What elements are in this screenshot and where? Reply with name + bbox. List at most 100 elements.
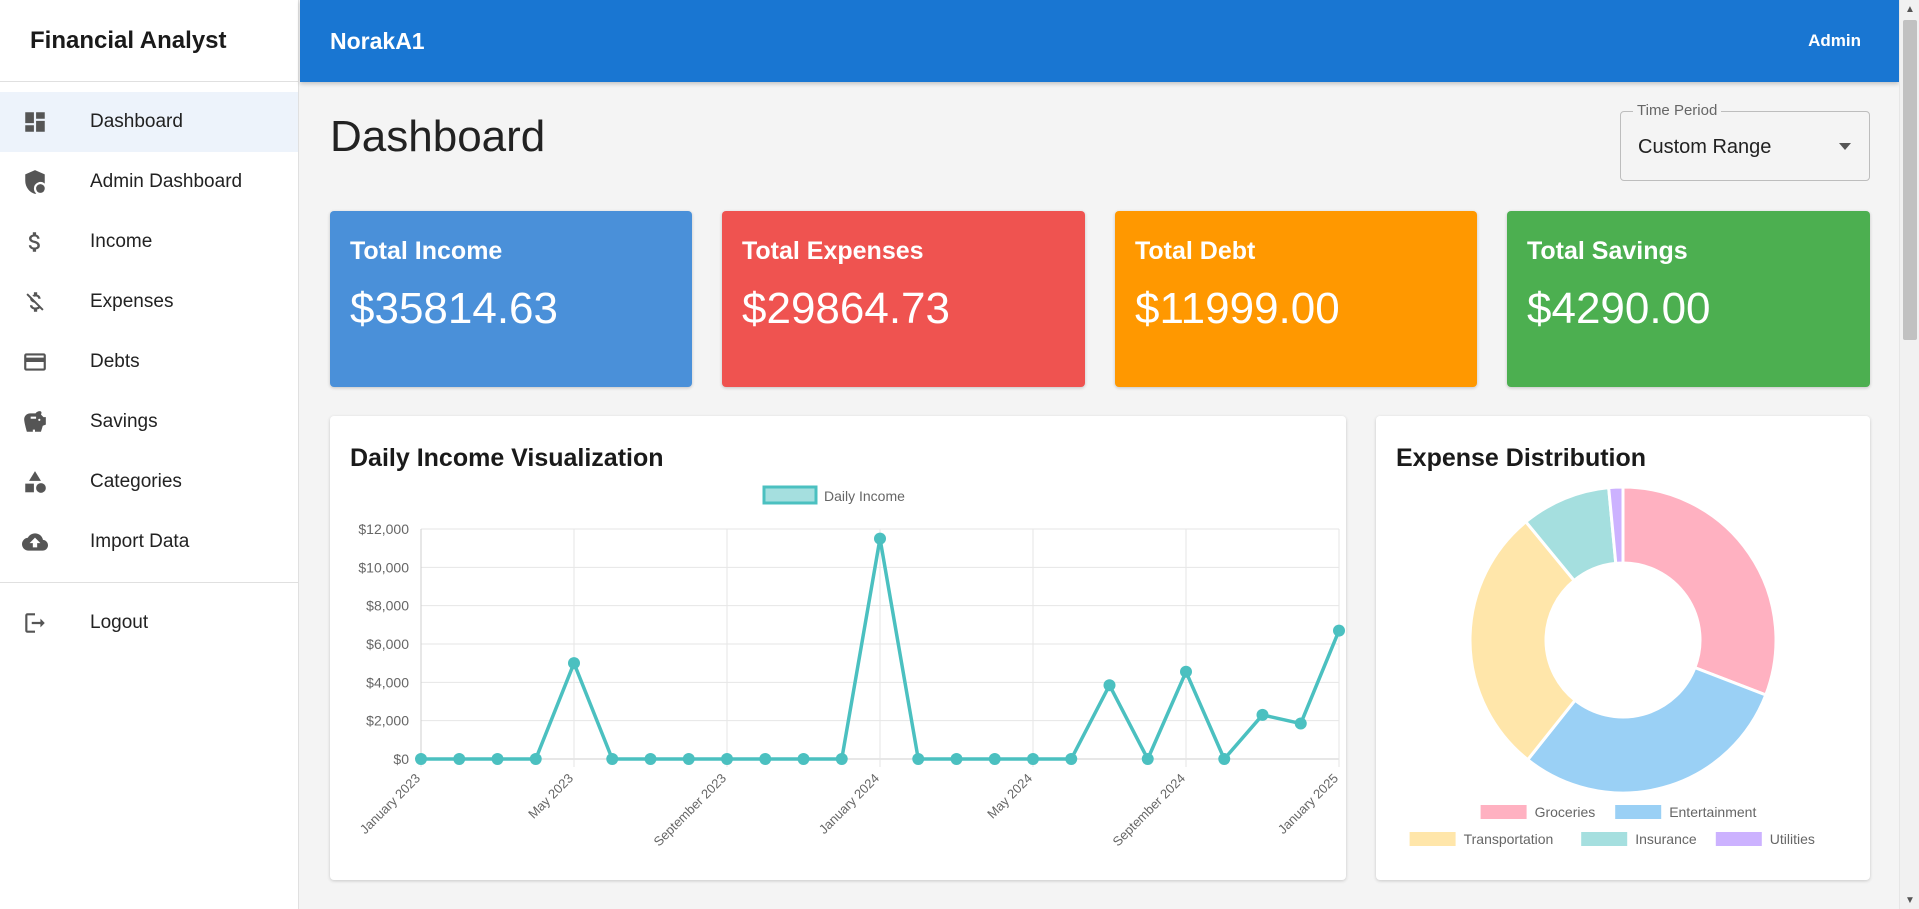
legend-swatch <box>1409 832 1456 846</box>
user-menu-button[interactable]: Admin <box>1808 31 1861 51</box>
total-savings-card: Total Savings $4290.00 <box>1507 211 1870 387</box>
scroll-down-icon[interactable]: ▼ <box>1900 891 1919 909</box>
page-scrollbar[interactable]: ▲ ▼ <box>1899 0 1919 909</box>
legend-label: Groceries <box>1535 804 1596 820</box>
caret-down-icon <box>1839 143 1851 150</box>
data-point <box>835 753 848 765</box>
expense-doughnut-chart: Groceries Entertainment Transportation Insu… <box>1409 485 1815 847</box>
data-point <box>1294 717 1307 730</box>
data-point <box>644 753 657 765</box>
data-point <box>988 753 1001 765</box>
data-point <box>606 753 619 765</box>
doughnut-slice <box>1621 485 1778 697</box>
legend-label: Insurance <box>1635 831 1697 847</box>
data-point <box>682 753 695 765</box>
sidebar-item-logout[interactable]: Logout <box>0 593 298 653</box>
sidebar-item-label: Dashboard <box>90 111 183 132</box>
data-point <box>721 753 733 765</box>
data-point <box>453 753 466 765</box>
sidebar-item-import-data[interactable]: Import Data <box>0 512 298 572</box>
categories-icon <box>22 469 48 495</box>
data-point <box>874 532 886 545</box>
x-tick-label: January 2023 <box>357 771 423 837</box>
app-header: NorakA1 Admin <box>300 0 1899 82</box>
legend-swatch <box>1615 805 1662 819</box>
data-point <box>1027 753 1039 765</box>
sidebar-item-label: Expenses <box>90 291 174 312</box>
sidebar-item-savings[interactable]: Savings <box>0 392 298 452</box>
data-point <box>950 753 963 765</box>
sidebar-item-expenses[interactable]: Expenses <box>0 272 298 332</box>
legend-swatch <box>1581 832 1628 846</box>
sidebar: Financial Analyst Dashboard Admin Dashbo… <box>0 0 299 909</box>
card-value: $11999.00 <box>1135 284 1340 333</box>
data-point <box>1218 753 1231 765</box>
scrollbar-thumb[interactable] <box>1903 20 1917 340</box>
x-tick-label: September 2023 <box>651 771 730 850</box>
sidebar-item-dashboard[interactable]: Dashboard <box>0 92 298 152</box>
y-tick-label: $10,000 <box>358 559 409 575</box>
page-title: Dashboard <box>330 112 546 161</box>
x-tick-label: January 2025 <box>1275 771 1341 837</box>
dollar-icon <box>22 229 48 255</box>
admin-shield-icon <box>22 169 48 195</box>
y-tick-label: $6,000 <box>366 636 409 652</box>
sidebar-item-label: Income <box>90 231 153 252</box>
sidebar-item-label: Import Data <box>90 531 190 552</box>
data-point <box>1333 624 1345 637</box>
dashboard-icon <box>22 109 48 135</box>
y-tick-label: $4,000 <box>366 674 409 690</box>
sidebar-item-label: Admin Dashboard <box>90 171 243 192</box>
time-period-label: Time Period <box>1633 102 1722 119</box>
x-tick-label: May 2024 <box>984 771 1035 822</box>
daily-income-panel: Daily Income Visualization $0 $2,000 $4,00… <box>330 416 1346 880</box>
credit-card-icon <box>22 349 48 375</box>
sidebar-item-label: Categories <box>90 471 182 492</box>
x-tick-label: May 2023 <box>525 771 576 822</box>
time-period-select[interactable]: Time Period Custom Range <box>1620 102 1870 181</box>
daily-income-chart: $0 $2,000 $4,000 $6,000 $8,000 $10,000 $12,000… <box>357 485 1345 850</box>
data-point <box>568 657 580 670</box>
sidebar-item-label: Logout <box>90 612 149 633</box>
sidebar-item-categories[interactable]: Categories <box>0 452 298 512</box>
legend-label: Transportation <box>1464 831 1554 847</box>
time-period-value: Custom Range <box>1638 136 1772 158</box>
total-expenses-card: Total Expenses $29864.73 <box>722 211 1085 387</box>
data-point <box>1180 665 1192 678</box>
total-debt-card: Total Debt $11999.00 <box>1115 211 1477 387</box>
data-point <box>1065 753 1078 765</box>
legend-swatch <box>1715 832 1762 846</box>
header-title[interactable]: NorakA1 <box>330 28 425 55</box>
data-point <box>797 753 810 765</box>
sidebar-item-admin-dashboard[interactable]: Admin Dashboard <box>0 152 298 212</box>
sidebar-divider <box>0 582 298 583</box>
y-tick-label: $12,000 <box>358 521 409 537</box>
y-tick-label: $0 <box>393 751 409 767</box>
card-title: Total Debt <box>1135 237 1256 265</box>
card-title: Total Income <box>350 237 503 265</box>
sidebar-nav: Dashboard Admin Dashboard Income Expense… <box>0 82 298 653</box>
money-off-icon <box>22 289 48 315</box>
data-point <box>415 753 427 765</box>
card-value: $29864.73 <box>742 284 950 333</box>
x-tick-label: September 2024 <box>1110 771 1189 850</box>
scroll-up-icon[interactable]: ▲ <box>1900 0 1919 18</box>
data-point <box>759 753 772 765</box>
card-value: $4290.00 <box>1527 284 1711 333</box>
legend-swatch <box>762 485 818 505</box>
data-point <box>529 753 542 765</box>
legend-label: Entertainment <box>1669 804 1756 820</box>
card-title: Total Expenses <box>742 237 924 265</box>
sidebar-item-label: Savings <box>90 411 158 432</box>
sidebar-item-label: Debts <box>90 351 140 372</box>
sidebar-item-debts[interactable]: Debts <box>0 332 298 392</box>
sidebar-item-income[interactable]: Income <box>0 212 298 272</box>
y-tick-label: $2,000 <box>366 713 409 729</box>
card-title: Total Savings <box>1527 237 1688 265</box>
data-point <box>1103 679 1116 692</box>
legend-label: Daily Income <box>824 488 905 504</box>
data-point <box>491 753 504 765</box>
card-value: $35814.63 <box>350 284 558 333</box>
logout-icon <box>22 610 48 636</box>
total-income-card: Total Income $35814.63 <box>330 211 692 387</box>
